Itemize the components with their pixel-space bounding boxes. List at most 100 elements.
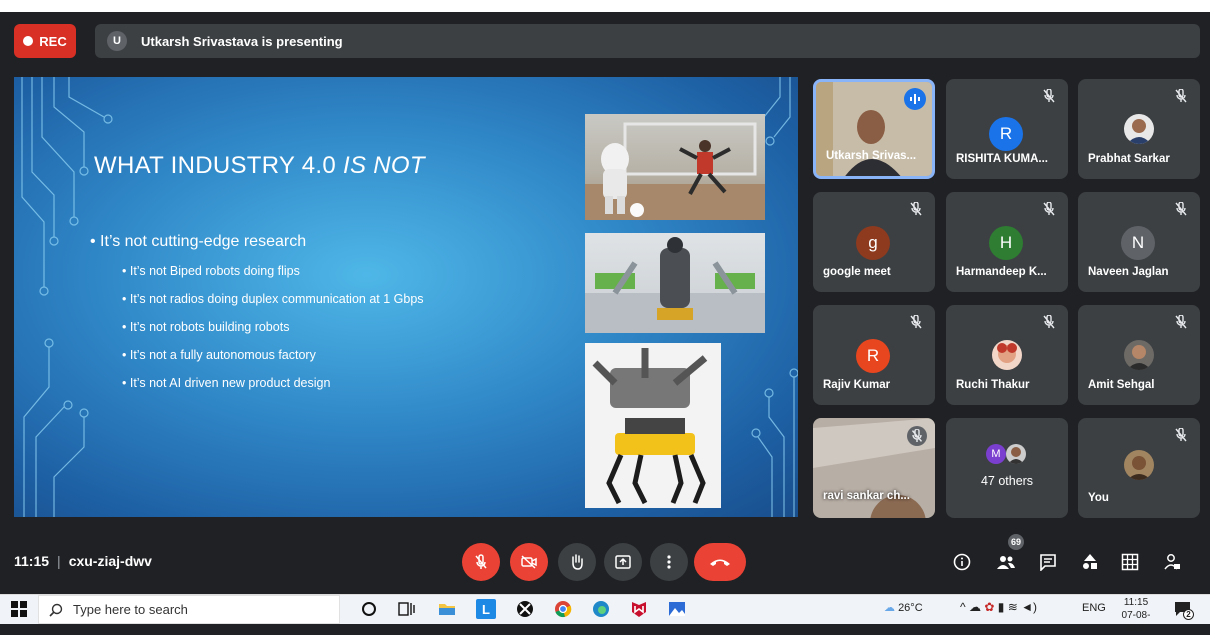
- participant-tile-ravi[interactable]: ravi sankar ch...: [813, 418, 935, 518]
- notifications-button[interactable]: 2: [1172, 598, 1194, 620]
- edge-button[interactable]: [590, 598, 612, 620]
- circuit-decoration-left: [21, 77, 113, 517]
- temperature: 26°C: [898, 602, 923, 614]
- slide-title-emphasis: IS NOT: [343, 152, 425, 179]
- photos-button[interactable]: [666, 598, 688, 620]
- layout-grid-button[interactable]: [1118, 550, 1142, 574]
- participant-tile-others[interactable]: M 47 others: [946, 418, 1068, 518]
- mic-off-icon: [910, 315, 922, 329]
- cloud-icon: ☁: [968, 600, 981, 614]
- mic-off-icon: [1175, 315, 1187, 329]
- others-count: 47 others: [980, 474, 1034, 488]
- microphone-toggle-button[interactable]: [462, 543, 500, 581]
- battery-icon: ▮: [997, 600, 1005, 614]
- record-dot-icon: [23, 36, 34, 46]
- participant-photo: [1124, 340, 1154, 370]
- participant-name: RISHITA KUMA...: [956, 153, 1048, 165]
- participant-avatar: g: [856, 226, 890, 260]
- rec-label: REC: [39, 33, 67, 49]
- participant-name: Amit Sehgal: [1088, 379, 1155, 391]
- mic-off-icon: [910, 202, 922, 216]
- participant-name: You: [1088, 492, 1109, 504]
- leave-call-button[interactable]: [694, 543, 746, 581]
- recording-indicator: REC: [14, 24, 76, 58]
- mcafee-icon: [632, 602, 646, 617]
- participant-avatar: H: [989, 226, 1023, 260]
- chrome-icon: [555, 601, 572, 618]
- more-options-button[interactable]: [650, 543, 688, 581]
- meeting-info-button[interactable]: [950, 550, 974, 574]
- cortana-button[interactable]: [358, 598, 380, 620]
- participant-name: Utkarsh Srivas...: [826, 150, 917, 162]
- participant-photo: [1124, 450, 1154, 480]
- xbox-icon: [517, 601, 533, 617]
- participant-tile-rajiv[interactable]: R Rajiv Kumar: [813, 305, 935, 405]
- people-tray-icon: ✿: [984, 600, 995, 614]
- volume-icon: ◄): [1021, 600, 1037, 614]
- language-indicator[interactable]: ENG: [1082, 602, 1106, 614]
- grid-icon: [1121, 553, 1139, 571]
- participant-tile-naveen[interactable]: N Naveen Jaglan: [1078, 192, 1200, 292]
- system-tray-icons[interactable]: ^ ☁ ✿ ▮ ≋ ◄): [960, 600, 1037, 614]
- participant-tile-rishita[interactable]: R RISHITA KUMA...: [946, 79, 1068, 179]
- mcafee-button[interactable]: [628, 598, 650, 620]
- file-explorer-button[interactable]: [436, 598, 458, 620]
- person-lock-icon: [1164, 554, 1180, 570]
- app-l-button[interactable]: L: [476, 599, 496, 619]
- edge-icon: [593, 601, 609, 617]
- activities-button[interactable]: [1078, 550, 1102, 574]
- participant-tile-you[interactable]: You: [1078, 418, 1200, 518]
- file-explorer-icon: [439, 604, 455, 615]
- speaking-indicator-icon: [904, 88, 926, 110]
- people-button[interactable]: [994, 550, 1018, 574]
- wifi-icon: ≋: [1007, 600, 1018, 614]
- people-count-badge: 69: [1008, 534, 1024, 550]
- robots-assembly-image: [585, 233, 765, 333]
- meeting-code: cxu-ziaj-dwv: [68, 553, 152, 569]
- presenter-avatar: U: [107, 31, 127, 51]
- chrome-button[interactable]: [552, 598, 574, 620]
- slide-sub-bullet: • It’s not a fully autonomous factory: [122, 348, 316, 362]
- chat-button[interactable]: [1036, 550, 1060, 574]
- participant-name: Ruchi Thakur: [956, 379, 1030, 391]
- task-view-button[interactable]: [396, 598, 418, 620]
- participant-tile-prabhat[interactable]: Prabhat Sarkar: [1078, 79, 1200, 179]
- participant-tile-harmandeep[interactable]: H Harmandeep K...: [946, 192, 1068, 292]
- task-view-icon: [398, 602, 415, 616]
- camera-off-icon: [521, 555, 537, 569]
- participant-name: google meet: [823, 266, 891, 278]
- camera-toggle-button[interactable]: [510, 543, 548, 581]
- participant-avatar: R: [856, 339, 890, 373]
- xbox-button[interactable]: [514, 598, 536, 620]
- taskbar-clock[interactable]: 11:15 07-08-2021: [1113, 596, 1159, 635]
- present-icon: [615, 555, 631, 569]
- weather-widget[interactable]: ☁ 26°C: [884, 601, 923, 614]
- taskbar-search-box[interactable]: Type here to search: [38, 595, 340, 624]
- mic-off-icon: [1043, 89, 1055, 103]
- slide-sub-bullet: • It’s not robots building robots: [122, 320, 290, 334]
- participant-tile-ruchi[interactable]: Ruchi Thakur: [946, 305, 1068, 405]
- mic-off-icon: [1175, 89, 1187, 103]
- participant-name: ravi sankar ch...: [823, 490, 910, 502]
- meeting-time: 11:15: [14, 553, 50, 569]
- slide-sub-bullet: • It’s not radios doing duplex communica…: [122, 292, 424, 306]
- meeting-separator: |: [57, 553, 61, 569]
- raise-hand-button[interactable]: [558, 543, 596, 581]
- slide-title: WHAT INDUSTRY 4.0 IS NOT: [94, 152, 425, 180]
- photos-icon: [669, 602, 685, 616]
- present-screen-button[interactable]: [604, 543, 642, 581]
- participant-tile-amit[interactable]: Amit Sehgal: [1078, 305, 1200, 405]
- participant-tile-google-meet[interactable]: g google meet: [813, 192, 935, 292]
- info-icon: [953, 553, 971, 571]
- presentation-slide: WHAT INDUSTRY 4.0 IS NOT • It’s not cutt…: [14, 77, 798, 517]
- participant-name: Harmandeep K...: [956, 266, 1047, 278]
- windows-start-button[interactable]: [8, 598, 30, 620]
- participant-tile-utkarsh[interactable]: Utkarsh Srivas...: [813, 79, 935, 179]
- clock-time: 11:15: [1123, 597, 1149, 608]
- meeting-details[interactable]: 11:15 | cxu-ziaj-dwv: [14, 553, 152, 569]
- host-controls-button[interactable]: [1160, 550, 1184, 574]
- others-avatar: M: [986, 444, 1006, 464]
- robot-dog-image: [585, 343, 721, 508]
- others-photo: [1006, 444, 1026, 464]
- search-icon: [49, 603, 63, 617]
